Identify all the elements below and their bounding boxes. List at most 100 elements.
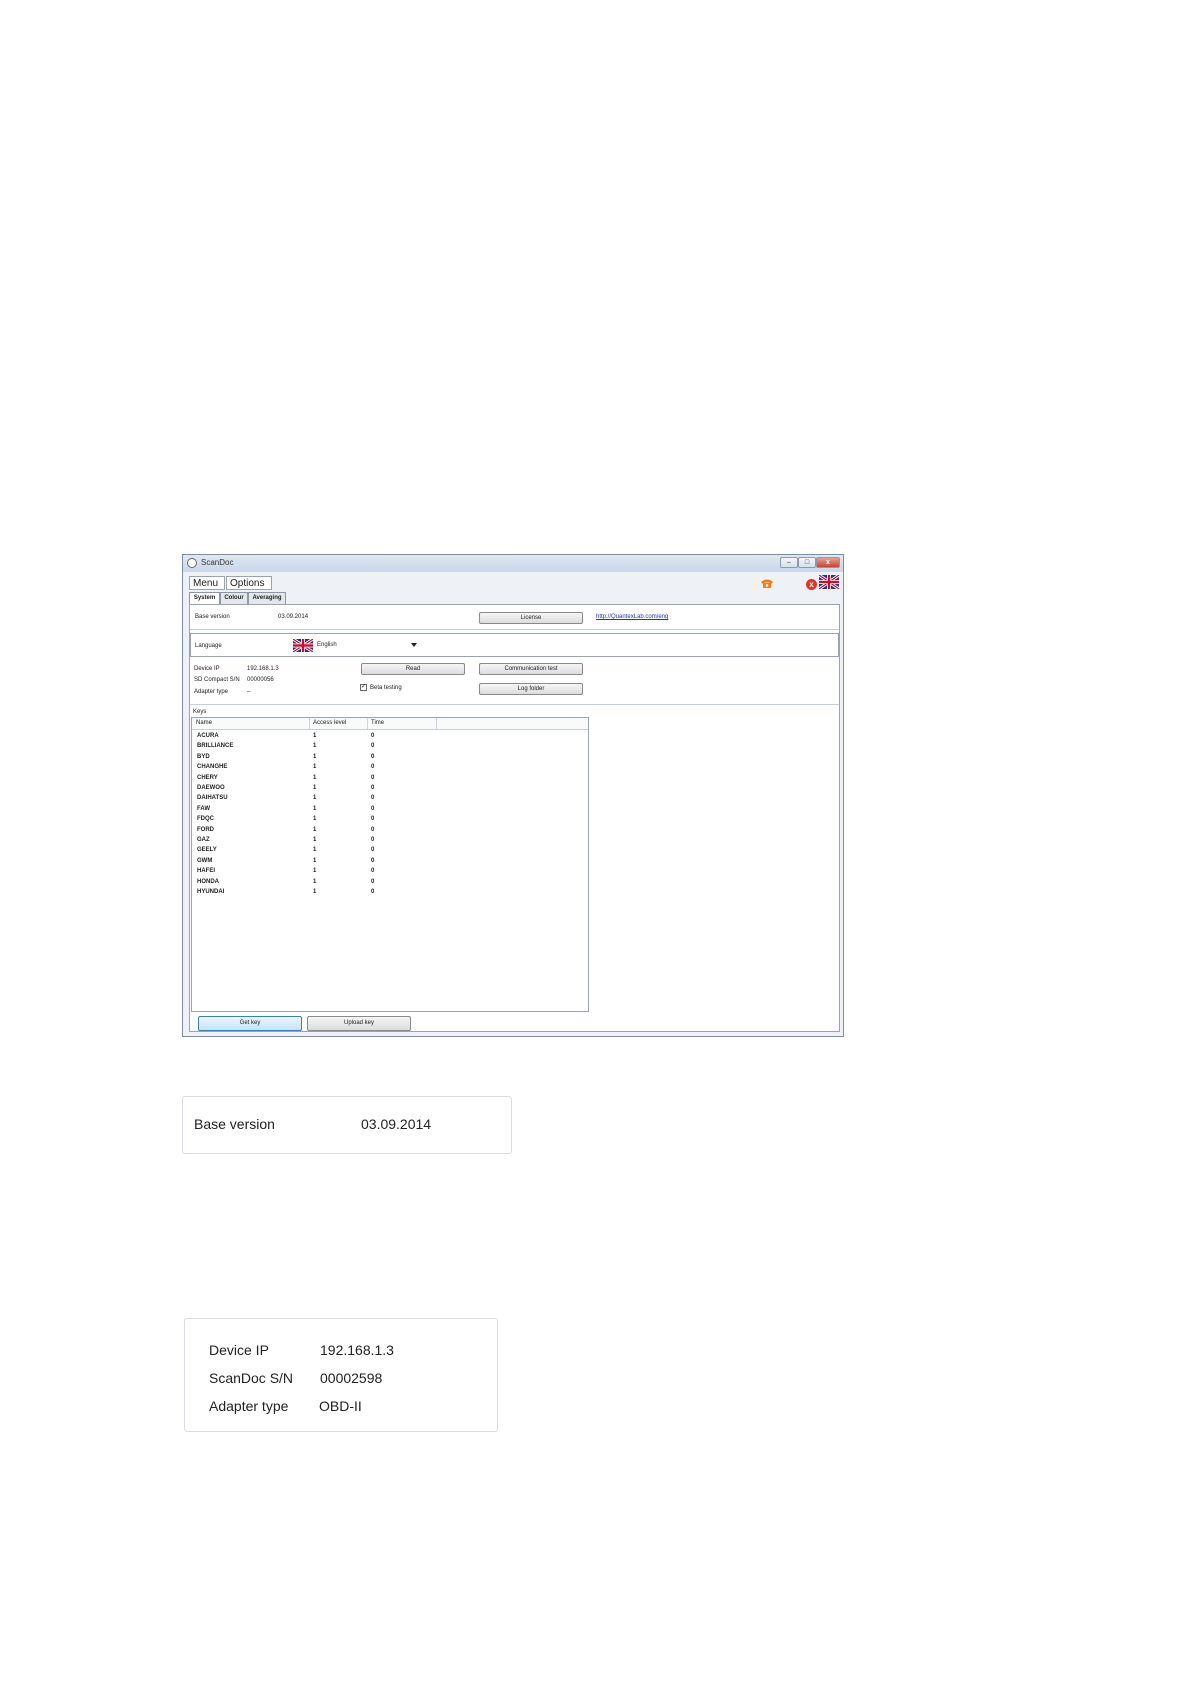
device-info-zoom: Device IP 192.168.1.3 ScanDoc S/N 000025… xyxy=(184,1318,498,1432)
keys-table[interactable]: Name Access level Time ACURA 1 0 BRILLIANCE… xyxy=(191,717,589,1012)
phone-icon[interactable] xyxy=(760,578,774,589)
key-name-cell: GEELY xyxy=(197,847,217,854)
base-version-zoom: Base version 03.09.2014 xyxy=(182,1096,512,1154)
error-icon[interactable]: x xyxy=(806,579,817,590)
sn-label: SD Compact S/N xyxy=(194,677,240,683)
zoom-adapter-label: Adapter type xyxy=(209,1398,289,1414)
table-row[interactable]: GEELY 1 0 xyxy=(192,846,588,856)
column-header-time[interactable]: Time xyxy=(371,720,384,726)
column-separator xyxy=(436,718,437,729)
key-name-cell: GWM xyxy=(197,857,213,864)
upload-key-button[interactable]: Upload key xyxy=(307,1016,411,1031)
table-row[interactable]: FDQC 1 0 xyxy=(192,815,588,825)
table-row[interactable]: GWM 1 0 xyxy=(192,857,588,867)
access-level-cell: 1 xyxy=(313,868,317,875)
device-ip-label: Device IP xyxy=(194,666,220,672)
base-version-label: Base version xyxy=(195,614,230,620)
time-cell: 0 xyxy=(371,889,375,895)
divider xyxy=(190,704,839,705)
zoom-sn-value: 00002598 xyxy=(320,1370,383,1386)
access-level-cell: 1 xyxy=(313,753,317,760)
zoom-base-version-label: Base version xyxy=(194,1116,275,1132)
language-select[interactable]: English xyxy=(293,639,419,653)
access-level-cell: 1 xyxy=(313,857,317,864)
tab-colour[interactable]: Colour xyxy=(220,592,248,604)
table-row[interactable]: ACURA 1 0 xyxy=(192,732,588,742)
access-level-cell: 1 xyxy=(313,733,317,739)
key-name-cell: FAW xyxy=(197,805,210,812)
table-row[interactable]: CHERY 1 0 xyxy=(192,774,588,784)
key-name-cell: DAIHATSU xyxy=(197,795,228,802)
tab-system[interactable]: System xyxy=(189,592,220,604)
column-separator xyxy=(367,718,368,729)
key-name-cell: FDQC xyxy=(197,816,214,823)
table-header: Name Access level Time xyxy=(192,718,588,730)
access-level-cell: 1 xyxy=(313,805,317,812)
sn-value: 00000056 xyxy=(247,677,274,683)
time-cell: 0 xyxy=(371,733,375,739)
table-row[interactable]: DAEWOO 1 0 xyxy=(192,784,588,794)
time-cell: 0 xyxy=(371,847,375,854)
communication-test-button[interactable]: Communication test xyxy=(479,663,583,675)
key-name-cell: HAFEI xyxy=(197,868,215,875)
table-row[interactable]: FAW 1 0 xyxy=(192,805,588,815)
access-level-cell: 1 xyxy=(313,889,317,895)
table-row[interactable]: HONDA 1 0 xyxy=(192,878,588,888)
chevron-down-icon xyxy=(411,643,417,647)
language-label: Language xyxy=(195,643,222,649)
key-name-cell: GAZ xyxy=(197,837,210,843)
time-cell: 0 xyxy=(371,868,375,875)
zoom-device-ip-label: Device IP xyxy=(209,1342,269,1358)
table-row[interactable]: GAZ 1 0 xyxy=(192,836,588,846)
table-row[interactable]: BYD 1 0 xyxy=(192,753,588,763)
device-ip-value: 192.168.1.3 xyxy=(247,666,279,672)
table-row[interactable]: BRILLIANCE 1 0 xyxy=(192,742,588,752)
minimize-button[interactable]: – xyxy=(780,557,798,568)
time-cell: 0 xyxy=(371,753,375,760)
access-level-cell: 1 xyxy=(313,847,317,854)
access-level-cell: 1 xyxy=(313,785,317,791)
uk-flag-icon[interactable] xyxy=(819,575,839,589)
access-level-cell: 1 xyxy=(313,837,317,843)
get-key-button[interactable]: Get key xyxy=(198,1016,302,1031)
access-level-cell: 1 xyxy=(313,774,317,781)
key-name-cell: BYD xyxy=(197,753,210,760)
key-name-cell: FORD xyxy=(197,826,214,833)
menu-item-options[interactable]: Options xyxy=(226,576,272,590)
read-button[interactable]: Read xyxy=(361,663,465,675)
time-cell: 0 xyxy=(371,774,375,781)
tab-averaging[interactable]: Averaging xyxy=(248,592,286,604)
access-level-cell: 1 xyxy=(313,826,317,833)
key-name-cell: HYUNDAI xyxy=(197,889,225,895)
access-level-cell: 1 xyxy=(313,795,317,802)
keys-legend: Keys xyxy=(193,709,207,715)
language-value: English xyxy=(317,642,337,648)
menu-item-menu[interactable]: Menu xyxy=(189,576,225,590)
beta-testing-checkbox[interactable]: ✓ xyxy=(360,684,367,691)
table-row[interactable]: FORD 1 0 xyxy=(192,826,588,836)
system-panel: Base version 03.09.2014 License http://Q… xyxy=(189,604,840,1032)
maximize-button[interactable]: □ xyxy=(798,557,816,568)
website-link[interactable]: http://QuantexLab.com/eng xyxy=(596,614,668,620)
app-window: ScanDoc – □ x Menu Options x System Colo… xyxy=(182,554,844,1037)
access-level-cell: 1 xyxy=(313,743,317,750)
access-level-cell: 1 xyxy=(313,764,317,771)
table-row[interactable]: DAIHATSU 1 0 xyxy=(192,794,588,804)
column-header-name[interactable]: Name xyxy=(196,720,212,726)
key-name-cell: HONDA xyxy=(197,878,219,885)
column-header-access-level[interactable]: Access level xyxy=(313,720,346,726)
license-button[interactable]: License xyxy=(479,612,583,624)
close-button[interactable]: x xyxy=(816,557,840,568)
beta-testing-label: Beta testing xyxy=(370,685,402,691)
time-cell: 0 xyxy=(371,878,375,885)
adapter-value: -- xyxy=(247,689,251,695)
table-row[interactable]: HAFEI 1 0 xyxy=(192,867,588,877)
time-cell: 0 xyxy=(371,816,375,823)
time-cell: 0 xyxy=(371,837,375,843)
zoom-adapter-value: OBD-II xyxy=(319,1398,362,1414)
table-row[interactable]: CHANGHE 1 0 xyxy=(192,763,588,773)
time-cell: 0 xyxy=(371,857,375,864)
table-row[interactable]: HYUNDAI 1 0 xyxy=(192,888,588,898)
log-folder-button[interactable]: Log folder xyxy=(479,683,583,695)
app-icon xyxy=(187,558,197,568)
